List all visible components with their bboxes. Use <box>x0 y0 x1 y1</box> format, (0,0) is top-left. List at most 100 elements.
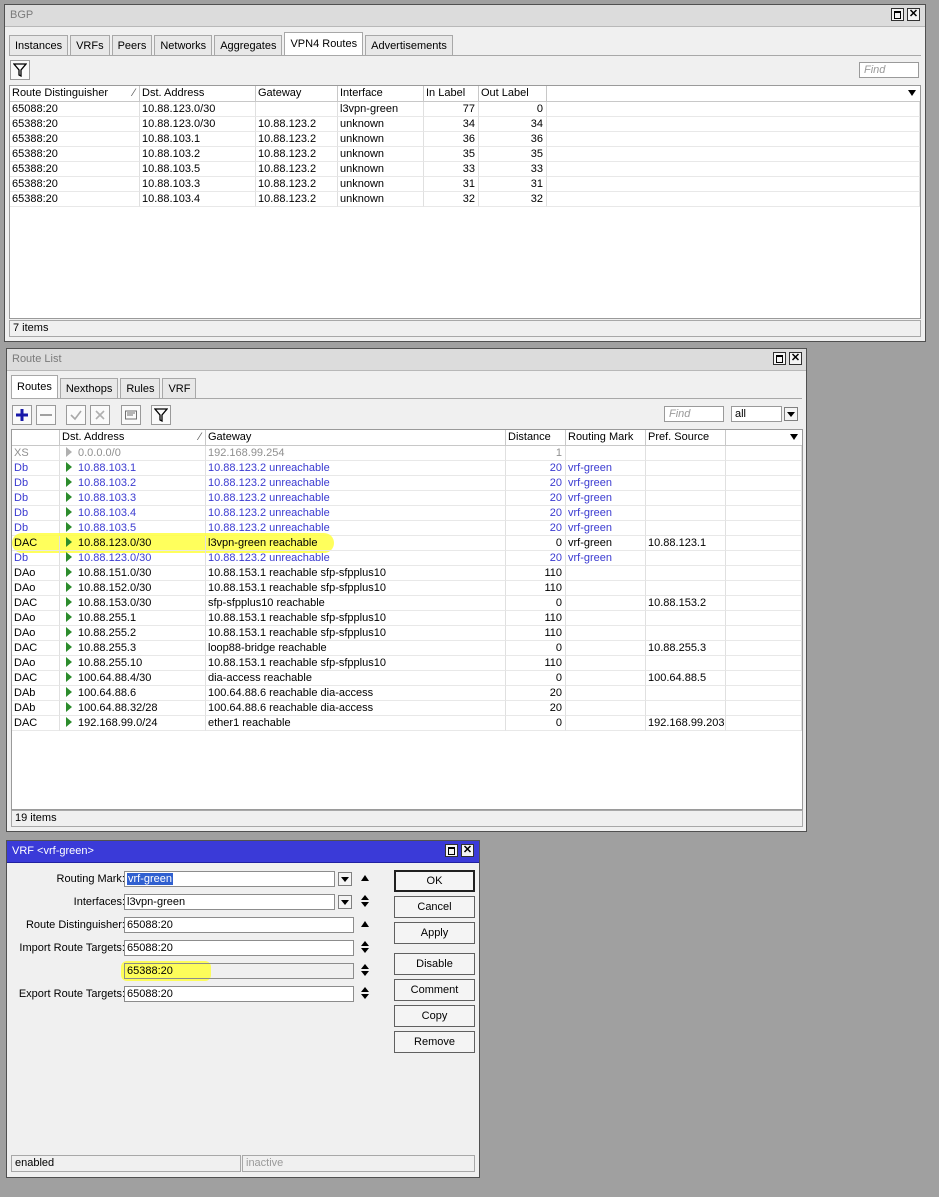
maximize-icon[interactable] <box>445 844 458 857</box>
routing-mark-up-icon[interactable] <box>361 875 369 881</box>
copy-button[interactable]: Copy <box>394 1005 475 1027</box>
tab-instances[interactable]: Instances <box>9 35 69 55</box>
table-row[interactable]: Db 10.88.103.3 10.88.123.2 unreachable 20 vr… <box>12 491 802 506</box>
table-row[interactable]: Db 10.88.123.0/30 10.88.123.2 unreachable 2… <box>12 551 802 566</box>
tab-vrfs[interactable]: VRFs <box>70 35 110 55</box>
tab-vpn4-routes[interactable]: VPN4 Routes <box>284 32 364 55</box>
column-header-gateway[interactable]: Gateway <box>206 430 506 445</box>
route-distinguisher-up-icon[interactable] <box>361 921 369 927</box>
table-row[interactable]: 65388:20 10.88.103.5 10.88.123.2 unknown 33 3… <box>10 162 920 177</box>
table-row[interactable]: 65388:20 10.88.103.1 10.88.123.2 unknown 36 3… <box>10 132 920 147</box>
bgp-titlebar[interactable]: BGP ✕ <box>5 5 925 27</box>
table-row[interactable]: DAo 10.88.255.2 10.88.153.1 reachable sfp-… <box>12 626 802 641</box>
filter-select[interactable]: all <box>731 406 782 422</box>
filter-dropdown-icon[interactable] <box>784 407 798 421</box>
column-header-distance[interactable]: Distance <box>506 430 566 445</box>
table-row[interactable]: DAC 192.168.99.0/24 ether1 reachable 0 192.1… <box>12 716 802 731</box>
close-icon[interactable]: ✕ <box>789 352 802 365</box>
table-row[interactable]: 65088:20 10.88.123.0/30 l3vpn-green 77 0 <box>10 102 920 117</box>
export-route-targets-updown-icon[interactable] <box>360 987 370 1001</box>
apply-button[interactable]: Apply <box>394 922 475 944</box>
dst-address-text: 10.88.123.0/30 <box>78 537 152 549</box>
export-route-targets-label: Export Route Targets: <box>18 988 125 1000</box>
maximize-icon[interactable] <box>891 8 904 21</box>
table-row[interactable]: 65388:20 10.88.123.0/30 10.88.123.2 unknown… <box>10 117 920 132</box>
cancel-button[interactable]: Cancel <box>394 896 475 918</box>
column-header-dst-address[interactable]: Dst. Address <box>60 430 206 445</box>
table-row[interactable]: Db 10.88.103.2 10.88.123.2 unreachable 20 vr… <box>12 476 802 491</box>
table-row[interactable]: 65388:20 10.88.103.2 10.88.123.2 unknown 35 3… <box>10 147 920 162</box>
column-header-gateway[interactable]: Gateway <box>256 86 338 101</box>
table-cell <box>646 446 726 461</box>
disable-button[interactable]: Disable <box>394 953 475 975</box>
table-cell: 34 <box>424 117 479 132</box>
remove-button[interactable]: Remove <box>394 1031 475 1053</box>
table-row[interactable]: XS 0.0.0.0/0 192.168.99.254 1 <box>12 446 802 461</box>
close-icon[interactable]: ✕ <box>907 8 920 21</box>
table-cell-filler <box>547 192 920 207</box>
routing-mark-dropdown-icon[interactable] <box>338 872 352 886</box>
table-row[interactable]: DAo 10.88.255.1 10.88.153.1 reachable sfp-… <box>12 611 802 626</box>
enable-button[interactable] <box>66 405 86 425</box>
table-row[interactable]: DAC 10.88.153.0/30 sfp-sfpplus10 reachable… <box>12 596 802 611</box>
table-row[interactable]: DAC 10.88.255.3 loop88-bridge reachable 0 10… <box>12 641 802 656</box>
table-row[interactable]: Db 10.88.103.1 10.88.123.2 unreachable 20 vr… <box>12 461 802 476</box>
tab-peers[interactable]: Peers <box>111 35 153 55</box>
table-cell: 31 <box>424 177 479 192</box>
routing-mark-field[interactable]: vrf-green <box>124 871 335 887</box>
table-row[interactable]: DAo 10.88.255.10 10.88.153.1 reachable sfp… <box>12 656 802 671</box>
disable-button[interactable] <box>90 405 110 425</box>
import-route-targets-field-1[interactable]: 65088:20 <box>124 940 354 956</box>
maximize-icon[interactable] <box>773 352 786 365</box>
table-row[interactable]: 65388:20 10.88.103.3 10.88.123.2 unknown 31 3… <box>10 177 920 192</box>
route-list-titlebar[interactable]: Route List ✕ <box>7 349 806 371</box>
table-row[interactable]: 65388:20 10.88.103.4 10.88.123.2 unknown 32 3… <box>10 192 920 207</box>
add-button[interactable] <box>12 405 32 425</box>
tab-advertisements[interactable]: Advertisements <box>365 35 453 55</box>
interfaces-field[interactable]: l3vpn-green <box>124 894 335 910</box>
column-header-routing-mark[interactable]: Routing Mark <box>566 430 646 445</box>
table-row[interactable]: DAb 100.64.88.6 100.64.88.6 reachable dia-… <box>12 686 802 701</box>
ok-button[interactable]: OK <box>394 870 475 892</box>
find-input[interactable] <box>859 62 919 78</box>
import-route-targets-updown-icon[interactable] <box>360 941 370 955</box>
column-header-dst-address[interactable]: Dst. Address <box>140 86 256 101</box>
tab-vrf[interactable]: VRF <box>162 378 197 398</box>
table-row[interactable]: DAC 100.64.88.4/30 dia-access reachable 0 10… <box>12 671 802 686</box>
comment-button[interactable] <box>121 405 141 425</box>
table-row[interactable]: DAo 10.88.152.0/30 10.88.153.1 reachable s… <box>12 581 802 596</box>
interfaces-dropdown-icon[interactable] <box>338 895 352 909</box>
column-header-flags[interactable] <box>12 430 60 445</box>
interfaces-updown-icon[interactable] <box>360 895 370 909</box>
column-header-interface[interactable]: Interface <box>338 86 424 101</box>
table-row[interactable]: DAo 10.88.151.0/30 10.88.153.1 reachable s… <box>12 566 802 581</box>
close-icon[interactable]: ✕ <box>461 844 474 857</box>
filter-button[interactable] <box>151 405 171 425</box>
tab-routes[interactable]: Routes <box>11 375 58 398</box>
tab-networks[interactable]: Networks <box>154 35 213 55</box>
remove-button[interactable] <box>36 405 56 425</box>
table-row[interactable]: Db 10.88.103.4 10.88.123.2 unreachable 20 vr… <box>12 506 802 521</box>
route-distinguisher-field[interactable]: 65088:20 <box>124 917 354 933</box>
tab-aggregates[interactable]: Aggregates <box>214 35 283 55</box>
column-header-out-label[interactable]: Out Label <box>479 86 547 101</box>
column-menu-icon[interactable] <box>790 434 798 440</box>
filter-button[interactable] <box>10 60 30 80</box>
tab-nexthops[interactable]: Nexthops <box>59 378 119 398</box>
comment-button[interactable]: Comment <box>394 979 475 1001</box>
import-route-targets-2-updown-icon[interactable] <box>360 964 370 978</box>
import-route-targets-field-2[interactable]: 65388:20 <box>124 963 354 979</box>
route-arrow-icon <box>66 642 72 652</box>
table-row[interactable]: DAb 100.64.88.32/28 100.64.88.6 reachable … <box>12 701 802 716</box>
tab-rules[interactable]: Rules <box>120 378 161 398</box>
table-cell-filler <box>726 611 802 626</box>
export-route-targets-field[interactable]: 65088:20 <box>124 986 354 1002</box>
table-row[interactable]: DAC 10.88.123.0/30 l3vpn-green reachable 0 v… <box>12 536 802 551</box>
vrf-titlebar[interactable]: VRF <vrf-green> ✕ <box>7 841 479 863</box>
column-header-route-distinguisher[interactable]: Route Distinguisher <box>10 86 140 101</box>
column-menu-icon[interactable] <box>908 90 916 96</box>
interfaces-label: Interfaces: <box>73 896 125 908</box>
column-header-pref-source[interactable]: Pref. Source <box>646 430 726 445</box>
column-header-in-label[interactable]: In Label <box>424 86 479 101</box>
find-input[interactable] <box>664 406 724 422</box>
